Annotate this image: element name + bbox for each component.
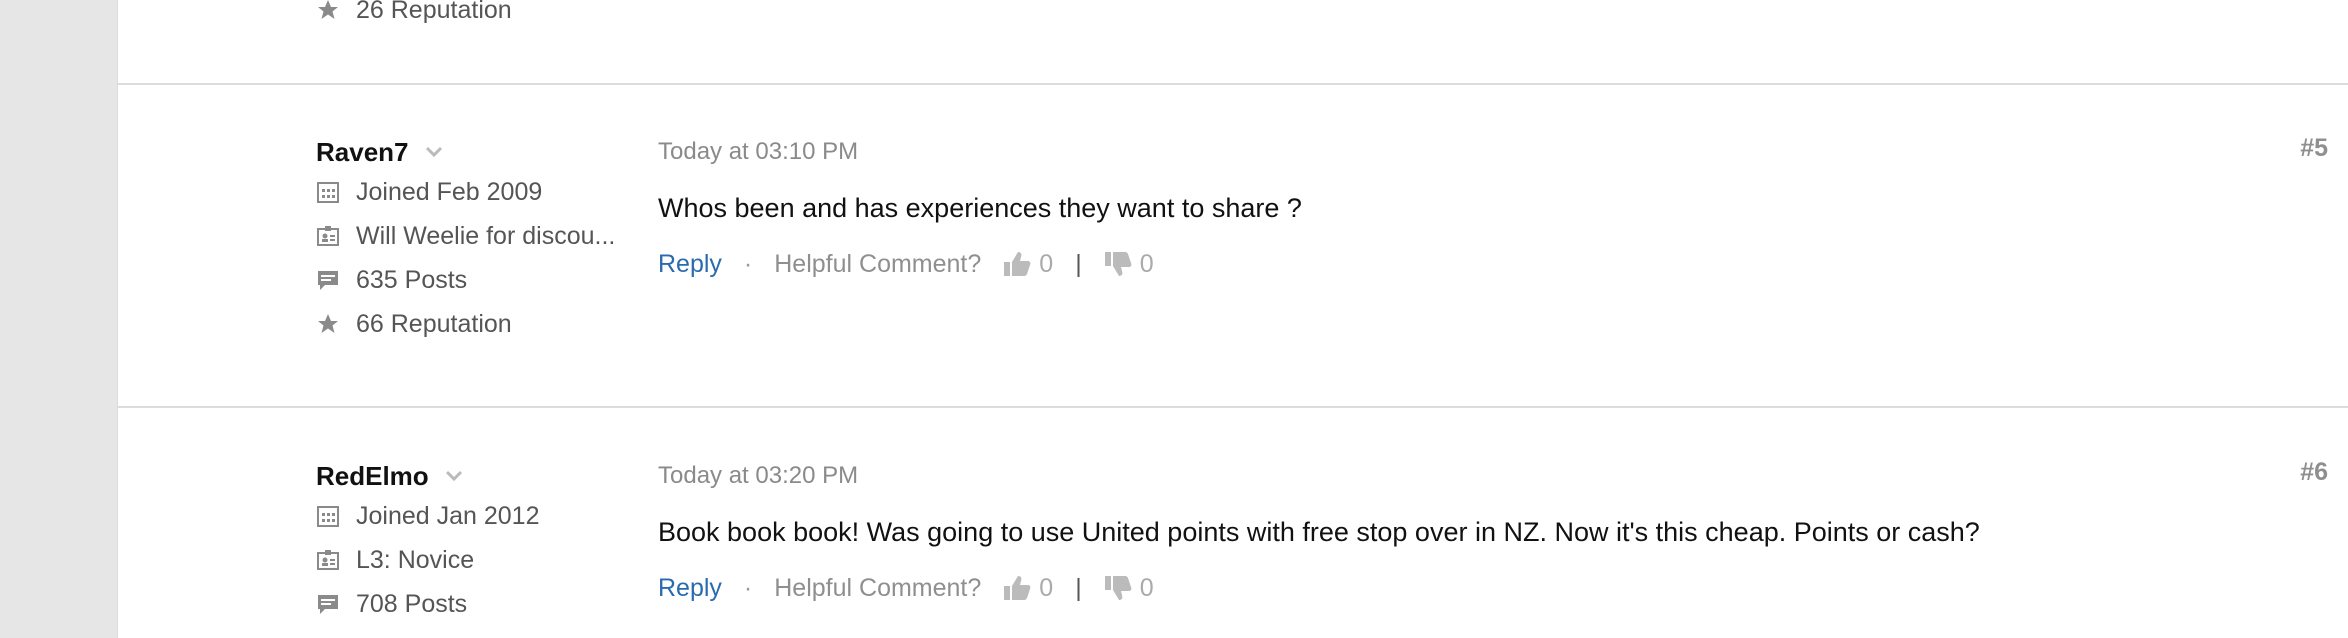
comment-divider (118, 83, 2348, 85)
star-icon (318, 0, 338, 19)
dot-separator: · (743, 573, 753, 602)
upvote-button[interactable]: 0 (1003, 250, 1053, 279)
comment-divider (118, 406, 2348, 408)
downvote-button[interactable]: 0 (1104, 250, 1154, 279)
post-body: Today at 03:20 PM Book book book! Was go… (658, 458, 2328, 606)
reputation-row: 66 Reputation (316, 302, 615, 346)
posts-text: 708 Posts (356, 589, 468, 618)
thumbs-down-icon (1104, 252, 1132, 276)
left-gutter (0, 0, 117, 638)
user-title-text: L3: Novice (356, 545, 475, 574)
post-body: Today at 03:10 PM Whos been and has expe… (658, 134, 2328, 282)
vote-separator: | (1075, 573, 1082, 602)
reputation-text: 26 Reputation (356, 0, 512, 24)
previous-user-meta: 26 Reputation (316, 0, 512, 32)
posts-row: 708 Posts (316, 582, 539, 626)
reply-link[interactable]: Reply (658, 574, 722, 603)
thumbs-up-icon (1004, 252, 1031, 276)
speech-bubble-icon (318, 595, 338, 614)
user-title-text: Will Weelie for discou... (356, 221, 616, 250)
joined-row: Joined Feb 2009 (316, 170, 615, 214)
title-row: L3: Novice (316, 538, 539, 582)
upvote-count: 0 (1039, 249, 1054, 278)
star-icon (318, 314, 338, 333)
speech-bubble-icon (318, 271, 338, 290)
calendar-icon (317, 506, 339, 527)
upvote-count: 0 (1039, 573, 1054, 602)
helpful-label: Helpful Comment? (774, 249, 982, 278)
title-row: Will Weelie for discou... (316, 214, 615, 258)
post-number[interactable]: #6 (2300, 458, 2328, 487)
downvote-button[interactable]: 0 (1104, 574, 1154, 603)
id-badge-icon (317, 550, 339, 570)
joined-row: Joined Jan 2012 (316, 494, 539, 538)
comment-actions: Reply · Helpful Comment? 0 | 0 (658, 570, 2328, 606)
posts-row: 635 Posts (316, 258, 615, 302)
posts-text: 635 Posts (356, 265, 468, 294)
user-info: Raven7 Joined Feb 2009 Will Weelie for d… (316, 134, 615, 346)
comment-text: Book book book! Was going to use United … (658, 517, 1980, 547)
username[interactable]: Raven7 (316, 137, 409, 168)
downvote-count: 0 (1139, 573, 1154, 602)
upvote-button[interactable]: 0 (1003, 574, 1053, 603)
thumbs-up-icon (1004, 576, 1031, 600)
dot-separator: · (743, 249, 753, 278)
joined-text: Joined Feb 2009 (356, 177, 543, 206)
helpful-label: Helpful Comment? (774, 573, 982, 602)
reputation-row: 26 Reputation (316, 0, 512, 32)
id-badge-icon (317, 226, 339, 246)
chevron-down-icon[interactable] (425, 143, 443, 161)
calendar-icon (317, 182, 339, 203)
downvote-count: 0 (1139, 249, 1154, 278)
chevron-down-icon[interactable] (445, 467, 463, 485)
reputation-text: 66 Reputation (356, 309, 512, 338)
comment-text: Whos been and has experiences they want … (658, 193, 1302, 223)
timestamp[interactable]: Today at 03:20 PM (658, 458, 2328, 494)
username[interactable]: RedElmo (316, 461, 429, 492)
forum-page: 26 Reputation Raven7 Joined Feb 2009 Wil… (0, 0, 2348, 638)
thumbs-down-icon (1104, 576, 1132, 600)
reply-link[interactable]: Reply (658, 250, 722, 279)
vote-separator: | (1075, 249, 1082, 278)
timestamp[interactable]: Today at 03:10 PM (658, 134, 2328, 170)
comment-list: 26 Reputation Raven7 Joined Feb 2009 Wil… (117, 0, 2348, 638)
user-info: RedElmo Joined Jan 2012 L3: Novice 708 P… (316, 458, 539, 626)
comment-actions: Reply · Helpful Comment? 0 | 0 (658, 246, 2328, 282)
joined-text: Joined Jan 2012 (356, 501, 540, 530)
post-number[interactable]: #5 (2300, 134, 2328, 163)
